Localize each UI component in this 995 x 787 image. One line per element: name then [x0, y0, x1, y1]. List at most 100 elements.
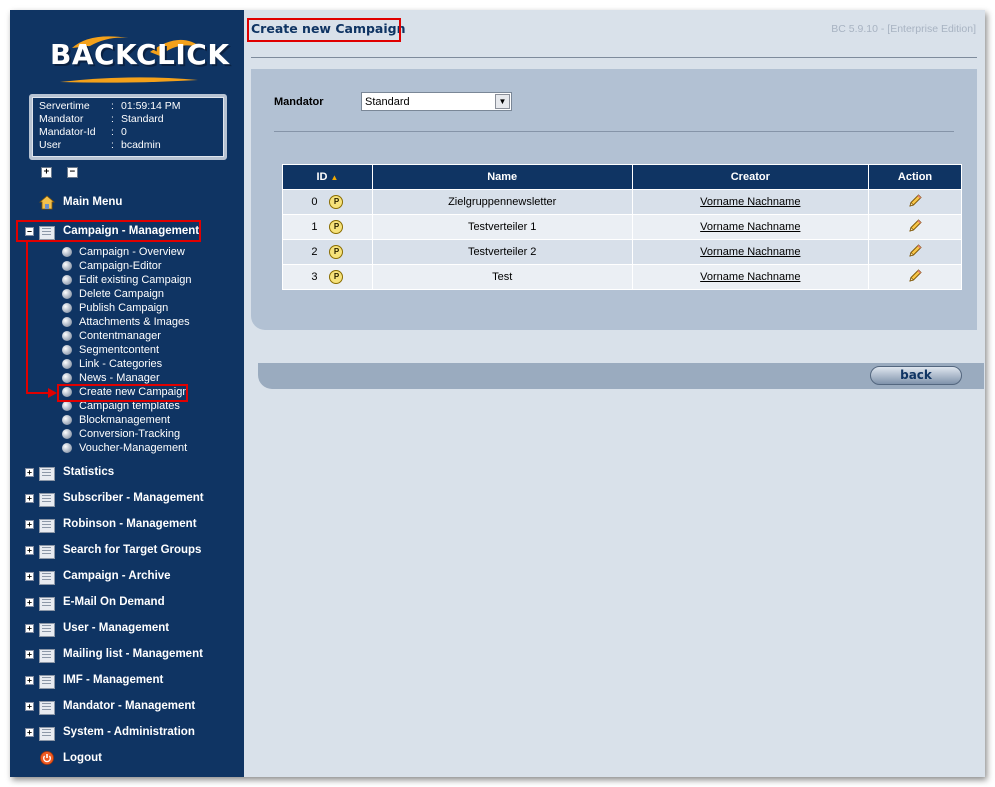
cell-creator: Vorname Nachname	[631, 214, 870, 240]
campaign-name: Test	[371, 264, 633, 290]
folder-icon	[39, 569, 55, 585]
campaign-id: 2	[311, 246, 318, 258]
cell-action	[868, 214, 962, 240]
campaign-name: Testverteiler 1	[371, 214, 633, 240]
cell-action	[868, 239, 962, 265]
campaign-panel: Mandator Standard ▼ ID ▲ Name Creator Act…	[251, 69, 984, 389]
cell-id: 0P	[282, 189, 373, 215]
cell-id: 3P	[282, 264, 373, 290]
published-badge-icon: P	[329, 245, 344, 259]
nav-e-mail-on-demand[interactable]: + E-Mail On Demand	[10, 591, 165, 613]
table-header-row: ID ▲ Name Creator Action	[282, 164, 962, 190]
mandator-label: Mandator	[274, 96, 324, 108]
folder-icon	[39, 517, 55, 533]
cell-action	[868, 264, 962, 290]
power-icon	[39, 750, 55, 766]
nav-section-label: E-Mail On Demand	[63, 596, 165, 608]
panel-divider	[274, 131, 954, 132]
table-row: 2 P Testverteiler 2 Vorname Nachname	[282, 239, 962, 265]
campaign-name: Zielgruppennewsletter	[371, 189, 633, 215]
published-badge-icon: P	[329, 270, 344, 284]
back-button[interactable]: back	[870, 366, 962, 385]
cell-action	[868, 189, 962, 215]
nav-section-label: Mandator - Management	[63, 700, 196, 712]
sort-up-icon: ▲	[330, 173, 339, 182]
cell-creator: Vorname Nachname	[631, 239, 870, 265]
creator-link[interactable]: Vorname Nachname	[700, 246, 800, 258]
campaign-id: 1	[311, 221, 318, 233]
nav-user-management[interactable]: + User - Management	[10, 617, 169, 639]
nav-campaign-archive[interactable]: + Campaign - Archive	[10, 565, 171, 587]
expand-toggle-icon[interactable]: +	[25, 675, 34, 685]
nav-logout[interactable]: Logout	[10, 747, 102, 769]
sidebar: BACKCLICK Servertime:01:59:14 PM Mandato…	[10, 10, 244, 777]
main-content: Create new Campaign BC 5.9.10 - [Enterpr…	[244, 10, 985, 777]
campaign-table-body: 0 P Zielgruppennewsletter Vorname Nachname 1…	[282, 189, 962, 290]
nav-section-label: Mailing list - Management	[63, 648, 203, 660]
creator-link[interactable]: Vorname Nachname	[700, 196, 800, 208]
nav-mandator-management[interactable]: + Mandator - Management	[10, 695, 195, 717]
folder-icon	[39, 725, 55, 741]
nav-subscriber-management[interactable]: + Subscriber - Management	[10, 487, 204, 509]
edit-pencil-icon[interactable]	[907, 218, 923, 237]
edit-pencil-icon[interactable]	[907, 268, 923, 287]
column-header-creator[interactable]: Creator	[631, 164, 870, 190]
expand-toggle-icon[interactable]: +	[25, 467, 34, 477]
folder-icon	[39, 465, 55, 481]
nav-imf-management[interactable]: + IMF - Management	[10, 669, 163, 691]
expand-toggle-icon[interactable]: +	[25, 727, 34, 737]
folder-icon	[39, 647, 55, 663]
cell-id: 2P	[282, 239, 373, 265]
version-label: BC 5.9.10 - [Enterprise Edition]	[831, 23, 976, 35]
expand-toggle-icon[interactable]: +	[25, 545, 34, 555]
campaign-id: 0	[311, 196, 318, 208]
title-divider	[251, 57, 977, 58]
folder-icon	[39, 543, 55, 559]
edit-pencil-icon[interactable]	[907, 193, 923, 212]
campaign-table: ID ▲ Name Creator Action 0 P Zielgruppennew…	[282, 164, 962, 290]
edit-pencil-icon[interactable]	[907, 243, 923, 262]
table-row: 1 P Testverteiler 1 Vorname Nachname	[282, 214, 962, 240]
published-badge-icon: P	[329, 195, 344, 209]
creator-link[interactable]: Vorname Nachname	[700, 271, 800, 283]
column-header-action: Action	[868, 164, 962, 190]
table-row: 3 P Test Vorname Nachname	[282, 264, 962, 290]
column-header-id[interactable]: ID ▲	[282, 164, 373, 190]
expand-toggle-icon[interactable]: +	[25, 623, 34, 633]
expand-toggle-icon[interactable]: +	[25, 493, 34, 503]
expand-toggle-icon[interactable]: +	[25, 597, 34, 607]
folder-icon	[39, 673, 55, 689]
table-row: 0 P Zielgruppennewsletter Vorname Nachname	[282, 189, 962, 215]
nav-search-for-target-groups[interactable]: + Search for Target Groups	[10, 539, 201, 561]
nav-section-label: User - Management	[63, 622, 170, 634]
nav-statistics[interactable]: + Statistics	[10, 461, 114, 483]
folder-icon	[39, 595, 55, 611]
nav-section-label: Robinson - Management	[63, 518, 197, 530]
nav-section-label: Campaign - Archive	[63, 570, 171, 582]
creator-link[interactable]: Vorname Nachname	[700, 221, 800, 233]
nav-system-administration[interactable]: + System - Administration	[10, 721, 195, 743]
folder-icon	[39, 699, 55, 715]
nav-logout-label: Logout	[63, 752, 102, 764]
expand-toggle-icon[interactable]: +	[25, 649, 34, 659]
nav-section-label: Search for Target Groups	[63, 544, 202, 556]
panel-footer: back	[258, 363, 984, 389]
expand-toggle-icon[interactable]: +	[25, 571, 34, 581]
nav-section-label: System - Administration	[63, 726, 195, 738]
published-badge-icon: P	[329, 220, 344, 234]
expand-toggle-icon[interactable]: +	[25, 701, 34, 711]
cell-id: 1P	[282, 214, 373, 240]
app-window: BACKCLICK Servertime:01:59:14 PM Mandato…	[10, 10, 985, 777]
cell-creator: Vorname Nachname	[631, 189, 870, 215]
mandator-select[interactable]: Standard ▼	[361, 92, 512, 111]
campaign-id: 3	[311, 271, 318, 283]
folder-icon	[39, 491, 55, 507]
mandator-select-value: Standard	[365, 95, 410, 108]
column-header-name[interactable]: Name	[371, 164, 633, 190]
highlight-box-title	[247, 18, 401, 42]
nav-mailing-list-management[interactable]: + Mailing list - Management	[10, 643, 203, 665]
chevron-down-icon[interactable]: ▼	[495, 94, 510, 109]
nav-robinson-management[interactable]: + Robinson - Management	[10, 513, 197, 535]
nav-section-label: IMF - Management	[63, 674, 164, 686]
expand-toggle-icon[interactable]: +	[25, 519, 34, 529]
